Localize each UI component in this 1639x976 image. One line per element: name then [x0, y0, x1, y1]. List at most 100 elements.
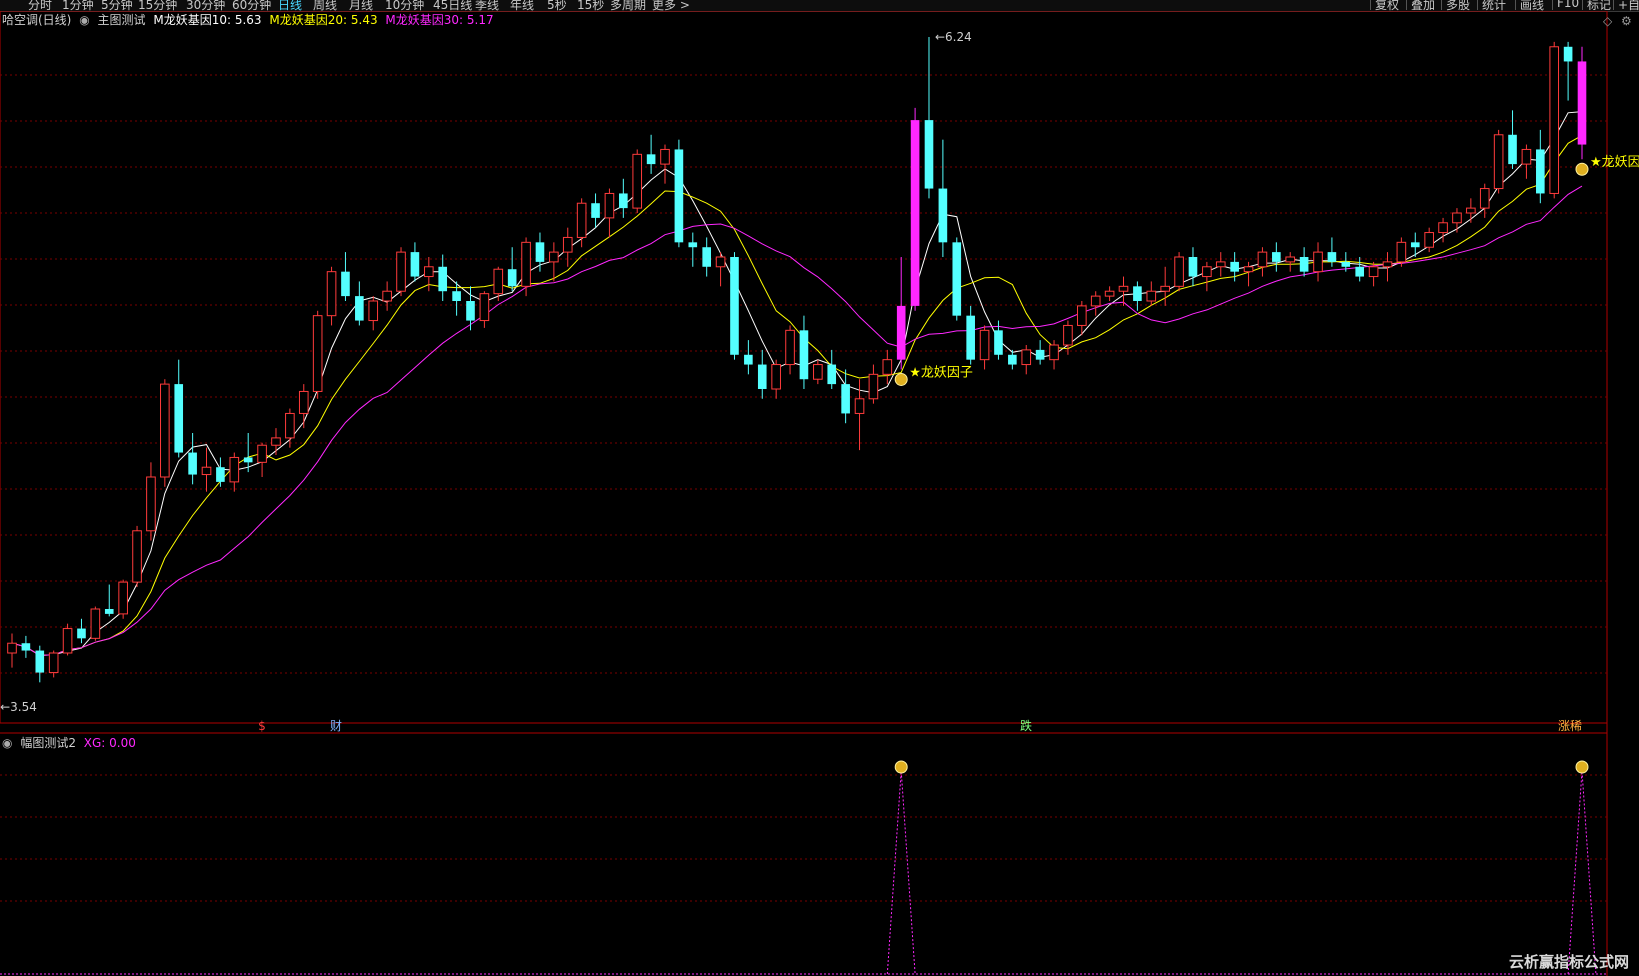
candle-body[interactable] [715, 256, 726, 268]
candle-body[interactable] [1285, 256, 1296, 263]
candle-body[interactable] [1104, 290, 1115, 297]
candle-body[interactable] [882, 359, 893, 375]
toolbar-button-3[interactable]: 统计 [1477, 0, 1506, 11]
toolbar-button-2[interactable]: 多股 [1441, 0, 1470, 11]
candle-body[interactable] [702, 247, 711, 267]
candle-body[interactable] [1133, 286, 1142, 301]
candle-body[interactable] [298, 390, 309, 414]
candle-body[interactable] [757, 364, 767, 389]
candle-body[interactable] [994, 330, 1003, 355]
candle-body[interactable] [90, 608, 101, 639]
collapse-icon[interactable]: ◉ [79, 13, 89, 27]
candle-body[interactable] [910, 120, 920, 306]
candle-body[interactable] [1272, 252, 1281, 262]
candle-body[interactable] [1368, 266, 1379, 278]
candle-body[interactable] [1008, 354, 1017, 365]
candle-body[interactable] [1382, 261, 1393, 268]
candle-body[interactable] [619, 193, 628, 209]
candle-body[interactable] [1508, 134, 1517, 165]
candle-body[interactable] [1396, 241, 1407, 263]
candle-body[interactable] [1466, 207, 1476, 214]
diamond-icon[interactable]: ◇ [1603, 14, 1612, 28]
candle-body[interactable] [341, 271, 350, 297]
candle-body[interactable] [952, 242, 962, 316]
candle-body[interactable] [1049, 344, 1059, 361]
candle-body[interactable] [104, 609, 114, 614]
candle-body[interactable] [1202, 266, 1212, 278]
candle-body[interactable] [1493, 134, 1504, 190]
candle-body[interactable] [479, 293, 490, 322]
candle-body[interactable] [1438, 222, 1448, 234]
candle-body[interactable] [1146, 290, 1157, 302]
candle-body[interactable] [1063, 324, 1073, 346]
candle-body[interactable] [1410, 242, 1420, 248]
candle-body[interactable] [1424, 232, 1434, 248]
candle-body[interactable] [1577, 61, 1587, 145]
candle-body[interactable] [1090, 295, 1101, 307]
candle-body[interactable] [604, 192, 615, 219]
candle-body[interactable] [201, 466, 212, 476]
candle-body[interactable] [118, 581, 128, 615]
candle-body[interactable] [730, 257, 739, 355]
main-chart[interactable]: ←6.24 ←3.54 ★龙妖因子 ★龙妖因子 $ 财 跌 涨稀 [0, 11, 1639, 976]
toolbar-button-6[interactable]: 标记 [1582, 0, 1611, 11]
candle-body[interactable] [326, 271, 337, 317]
candle-body[interactable] [1243, 266, 1254, 273]
candle-body[interactable] [1160, 285, 1170, 292]
candle-body[interactable] [1035, 349, 1045, 360]
candle-body[interactable] [1563, 46, 1573, 62]
candle-body[interactable] [216, 467, 225, 482]
candle-body[interactable] [896, 305, 906, 360]
candle-body[interactable] [368, 300, 379, 322]
candle-body[interactable] [77, 628, 86, 639]
candle-body[interactable] [924, 120, 934, 189]
toolbar-button-5[interactable]: F10 [1552, 0, 1579, 10]
candle-body[interactable] [799, 330, 809, 380]
toolbar-button-1[interactable]: 叠加 [1406, 0, 1435, 11]
candle-body[interactable] [62, 628, 73, 654]
candle-body[interactable] [21, 643, 31, 651]
candle-body[interactable] [1174, 256, 1184, 287]
candle-body[interactable] [382, 290, 392, 302]
candle-body[interactable] [1355, 266, 1365, 277]
candle-body[interactable] [229, 456, 240, 483]
candle-body[interactable] [1452, 212, 1462, 224]
candle-body[interactable] [1536, 149, 1545, 194]
candle-body[interactable] [160, 383, 170, 478]
candle-body[interactable] [521, 241, 531, 287]
candle-body[interactable] [396, 251, 406, 292]
candle-body[interactable] [660, 148, 670, 165]
candle-body[interactable] [312, 315, 323, 392]
candle-body[interactable] [146, 476, 156, 532]
candle-body[interactable] [744, 354, 753, 365]
candle-body[interactable] [591, 203, 600, 218]
candle-body[interactable] [438, 266, 448, 292]
candle-body[interactable] [188, 452, 197, 475]
candle-body[interactable] [493, 268, 504, 295]
candle-body[interactable] [979, 329, 990, 361]
candle-body[interactable] [1313, 251, 1323, 273]
candle-body[interactable] [1021, 349, 1032, 366]
candle-body[interactable] [1299, 257, 1309, 272]
candle-body[interactable] [966, 315, 975, 360]
candle-body[interactable] [576, 202, 587, 238]
candle-body[interactable] [271, 437, 281, 446]
candle-body[interactable] [1327, 252, 1337, 262]
candle-body[interactable] [1521, 148, 1532, 165]
candle-body[interactable] [841, 384, 850, 414]
candle-body[interactable] [1188, 257, 1198, 277]
toolbar-button-0[interactable]: 复权 [1370, 0, 1399, 11]
toolbar-button-4[interactable]: 画线 [1515, 0, 1544, 11]
toolbar-button-7[interactable]: +自 [1613, 0, 1639, 11]
candle-body[interactable] [48, 652, 59, 674]
candle-body[interactable] [674, 149, 684, 243]
candle-body[interactable] [507, 269, 517, 287]
candle-body[interactable] [632, 153, 643, 209]
candle-body[interactable] [785, 329, 795, 366]
candle-body[interactable] [132, 530, 142, 583]
candle-body[interactable] [1479, 188, 1490, 209]
candle-body[interactable] [646, 154, 656, 165]
candle-body[interactable] [1215, 261, 1226, 268]
candle-body[interactable] [174, 384, 184, 453]
settings-icon[interactable]: ⚙ [1621, 14, 1632, 28]
